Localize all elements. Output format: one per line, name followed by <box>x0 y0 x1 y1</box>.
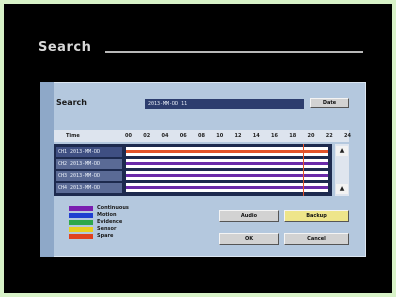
legend-label: Sensor <box>97 226 117 232</box>
recording-bar <box>126 162 328 165</box>
screen-title: Search <box>38 40 92 55</box>
recording-bar <box>126 174 328 177</box>
hour-tick-label: 24 <box>344 133 351 139</box>
channel-track[interactable] <box>126 171 328 180</box>
time-header: Time 00 02 04 06 08 10 12 14 16 18 20 22 24 <box>54 130 351 142</box>
hour-tick-label: 10 <box>216 133 224 139</box>
panel-side-strip <box>40 82 54 257</box>
legend-swatch <box>69 206 93 211</box>
timeline-area[interactable]: CH1 2013-MM-DD CH2 2013-MM-DD CH3 2013-MM-… <box>54 144 332 196</box>
channel-row-label[interactable]: CH2 2013-MM-DD <box>56 159 122 169</box>
timeline-scrollbar[interactable]: ▲ ▲ <box>335 144 349 196</box>
legend-label: Continuous <box>97 205 129 211</box>
channel-row-label[interactable]: CH4 2013-MM-DD <box>56 183 122 193</box>
time-cursor[interactable] <box>302 144 304 196</box>
legend-swatch <box>69 234 93 239</box>
legend-label: Evidence <box>97 219 123 225</box>
title-divider <box>105 51 363 53</box>
hour-tick-label: 16 <box>271 133 278 139</box>
search-label: Search <box>56 98 87 107</box>
scroll-up-arrow-icon[interactable]: ▲ <box>336 146 348 156</box>
date-button[interactable]: Date <box>310 98 349 108</box>
hour-tick-label: 06 <box>179 133 187 139</box>
cancel-button[interactable]: Cancel <box>284 233 349 245</box>
channel-track[interactable] <box>126 147 328 156</box>
hour-tick-label: 22 <box>325 133 333 139</box>
hour-tick-label: 20 <box>307 133 315 139</box>
hour-tick-label: 12 <box>234 133 242 139</box>
legend-swatch <box>69 220 93 225</box>
hour-tick-label: 18 <box>289 133 297 139</box>
legend-swatch <box>69 227 93 232</box>
date-field[interactable]: 2013-MM-DD 11 <box>145 99 304 109</box>
hour-tick-label: 04 <box>161 133 169 139</box>
channel-track[interactable] <box>126 183 328 192</box>
recording-bar <box>126 150 328 153</box>
ok-button[interactable]: OK <box>219 233 279 245</box>
channel-row-label[interactable]: CH3 2013-MM-DD <box>56 171 122 181</box>
hour-tick-label: 14 <box>252 133 260 139</box>
recording-bar <box>126 186 328 189</box>
hour-tick-label: 02 <box>143 133 151 139</box>
channel-track[interactable] <box>126 159 328 168</box>
time-label: Time <box>66 133 80 139</box>
legend-label: Spare <box>97 233 114 239</box>
audio-button[interactable]: Audio <box>219 210 279 222</box>
backup-button[interactable]: Backup <box>284 210 349 222</box>
legend-swatch <box>69 213 93 218</box>
scroll-down-arrow-icon[interactable]: ▲ <box>336 184 348 194</box>
hour-tick-label: 08 <box>198 133 205 139</box>
channel-row-label[interactable]: CH1 2013-MM-DD <box>56 147 122 157</box>
hour-tick-label: 00 <box>125 133 132 139</box>
legend-label: Motion <box>97 212 117 218</box>
